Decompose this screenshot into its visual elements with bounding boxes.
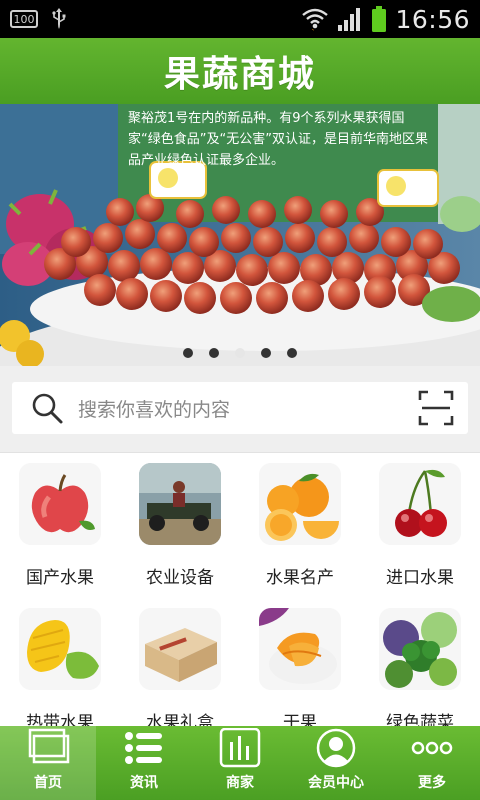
home-icon <box>28 728 70 764</box>
category-famous-fruit[interactable]: 水果名产 <box>240 463 360 608</box>
category-farm-equipment[interactable]: 农业设备 <box>120 463 240 608</box>
tractor-icon <box>139 463 221 545</box>
app-header: 果蔬商城 <box>0 38 480 104</box>
banner-dot[interactable] <box>287 348 297 358</box>
bottom-tab-bar: 首页 资讯 商家 会员中心 更多 <box>0 726 480 800</box>
tab-more[interactable]: 更多 <box>384 726 480 800</box>
tab-label: 首页 <box>34 775 62 791</box>
battery-icon <box>372 6 387 32</box>
search-input[interactable]: 搜索你喜欢的内容 <box>78 395 418 422</box>
banner-dot[interactable] <box>261 348 271 358</box>
apple-icon <box>19 463 101 545</box>
usb-icon <box>52 8 66 29</box>
banner-pagination[interactable] <box>0 348 480 358</box>
search-bar[interactable]: 搜索你喜欢的内容 <box>12 382 468 434</box>
more-icon <box>411 741 453 755</box>
cherry-icon <box>379 463 461 545</box>
signal-icon <box>338 8 361 31</box>
category-domestic-fruit[interactable]: 国产水果 <box>0 463 120 608</box>
vegetable-icon <box>379 608 461 690</box>
orange-icon <box>259 463 341 545</box>
tab-label: 会员中心 <box>308 775 364 791</box>
gift-box-icon <box>139 608 221 690</box>
banner-dot[interactable] <box>183 348 193 358</box>
battery-percent-badge: 100 <box>10 10 38 28</box>
category-label: 水果名产 <box>266 568 334 588</box>
banner-dot-active[interactable] <box>235 348 245 358</box>
status-bar: 100 16:56 <box>0 0 480 38</box>
mango-icon <box>19 608 101 690</box>
category-grid: 国产水果 农业设备 水果名产 进口水果 热带水果 水果礼盒 干果 绿色蔬菜 <box>0 452 480 733</box>
category-label: 进口水果 <box>386 568 454 588</box>
category-label: 国产水果 <box>26 568 94 588</box>
user-icon <box>316 728 356 768</box>
scan-qr-icon[interactable] <box>418 390 454 426</box>
tab-member-center[interactable]: 会员中心 <box>288 726 384 800</box>
search-section: 搜索你喜欢的内容 <box>0 366 480 452</box>
category-label: 农业设备 <box>146 568 214 588</box>
promo-banner[interactable]: 聚裕茂1号在内的新品种。有9个系列水果获得国家“绿色食品”及“无公害”双认证，是… <box>0 104 480 366</box>
list-icon <box>125 732 162 764</box>
banner-sign-text: 聚裕茂1号在内的新品种。有9个系列水果获得国家“绿色食品”及“无公害”双认证，是… <box>128 111 428 168</box>
tab-label: 更多 <box>418 775 446 791</box>
tab-label: 商家 <box>226 775 254 791</box>
category-row: 国产水果 农业设备 水果名产 进口水果 <box>0 463 480 608</box>
tab-home[interactable]: 首页 <box>0 726 96 800</box>
page-title: 果蔬商城 <box>163 54 316 95</box>
chart-icon <box>219 728 261 768</box>
tab-merchants[interactable]: 商家 <box>192 726 288 800</box>
dried-fruit-icon <box>259 608 341 690</box>
wifi-icon <box>302 8 329 31</box>
status-clock: 16:56 <box>395 4 470 34</box>
tab-news[interactable]: 资讯 <box>96 726 192 800</box>
banner-dot[interactable] <box>209 348 219 358</box>
category-imported-fruit[interactable]: 进口水果 <box>360 463 480 608</box>
search-icon <box>32 393 63 424</box>
tab-label: 资讯 <box>130 775 158 791</box>
